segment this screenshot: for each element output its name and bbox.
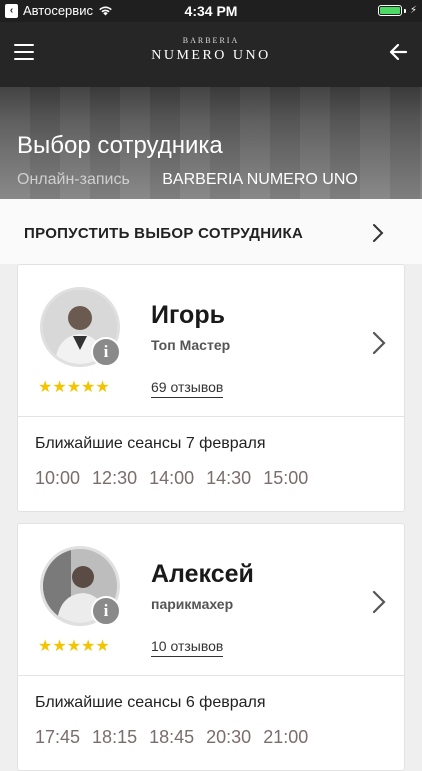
breadcrumb: Онлайн-запись BARBERIA NUMERO UNO: [17, 171, 358, 189]
time-slots: 10:00 12:30 14:00 14:30 15:00: [35, 468, 308, 489]
back-arrow-icon[interactable]: [388, 42, 408, 62]
time-slot[interactable]: 14:30: [206, 468, 251, 489]
breadcrumb-online-booking[interactable]: Онлайн-запись: [17, 171, 130, 188]
divider: [18, 675, 404, 676]
sessions-label: Ближайшие сеансы 7 февраля: [35, 435, 266, 452]
time-slot[interactable]: 12:30: [92, 468, 137, 489]
time-slot[interactable]: 10:00: [35, 468, 80, 489]
time-slot[interactable]: 21:00: [263, 727, 308, 748]
app-header: BARBERIA NUMERO UNO: [0, 22, 422, 87]
battery-icon: ⚡: [377, 5, 417, 16]
employee-card[interactable]: i ★★★★★ Игорь Топ Мастер 69 отзывов Ближ…: [17, 264, 405, 512]
time-slots: 17:45 18:15 18:45 20:30 21:00: [35, 727, 308, 748]
logo-small-text: BARBERIA: [182, 36, 240, 45]
status-bar: ‹ Автосервис 4:34 PM ⚡: [0, 0, 422, 22]
divider: [18, 416, 404, 417]
employee-role: парикмахер: [151, 596, 234, 612]
info-icon[interactable]: i: [91, 596, 121, 626]
skip-label: ПРОПУСТИТЬ ВЫБОР СОТРУДНИКА: [24, 225, 304, 242]
time-slot[interactable]: 18:15: [92, 727, 137, 748]
time-slot[interactable]: 20:30: [206, 727, 251, 748]
employee-name: Алексей: [151, 560, 254, 588]
chevron-right-icon[interactable]: [372, 590, 386, 614]
page-title: Выбор сотрудника: [17, 132, 223, 159]
reviews-link[interactable]: 69 отзывов: [151, 379, 224, 398]
chevron-right-icon[interactable]: [372, 331, 386, 355]
skip-employee-selection[interactable]: ПРОПУСТИТЬ ВЫБОР СОТРУДНИКА: [0, 199, 422, 264]
employee-card[interactable]: i ★★★★★ Алексей парикмахер 10 отзывов Бл…: [17, 523, 405, 771]
time-slot[interactable]: 17:45: [35, 727, 80, 748]
employee-name: Игорь: [151, 301, 225, 329]
info-icon[interactable]: i: [91, 337, 121, 367]
sessions-label: Ближайшие сеансы 6 февраля: [35, 694, 266, 711]
chevron-right-icon: [373, 224, 384, 242]
time-slot[interactable]: 15:00: [263, 468, 308, 489]
time-slot[interactable]: 18:45: [149, 727, 194, 748]
logo-big-text: NUMERO UNO: [151, 48, 271, 63]
employee-role: Топ Мастер: [151, 337, 231, 353]
breadcrumb-salon[interactable]: BARBERIA NUMERO UNO: [162, 171, 358, 188]
brand-logo: BARBERIA NUMERO UNO: [0, 36, 422, 64]
status-time: 4:34 PM: [184, 3, 238, 19]
page-hero: Выбор сотрудника Онлайн-запись BARBERIA …: [0, 87, 422, 199]
rating-stars: ★★★★★: [38, 379, 110, 396]
rating-stars: ★★★★★: [38, 638, 110, 655]
charging-bolt-icon: ⚡: [409, 5, 417, 16]
reviews-link[interactable]: 10 отзывов: [151, 638, 224, 657]
time-slot[interactable]: 14:00: [149, 468, 194, 489]
